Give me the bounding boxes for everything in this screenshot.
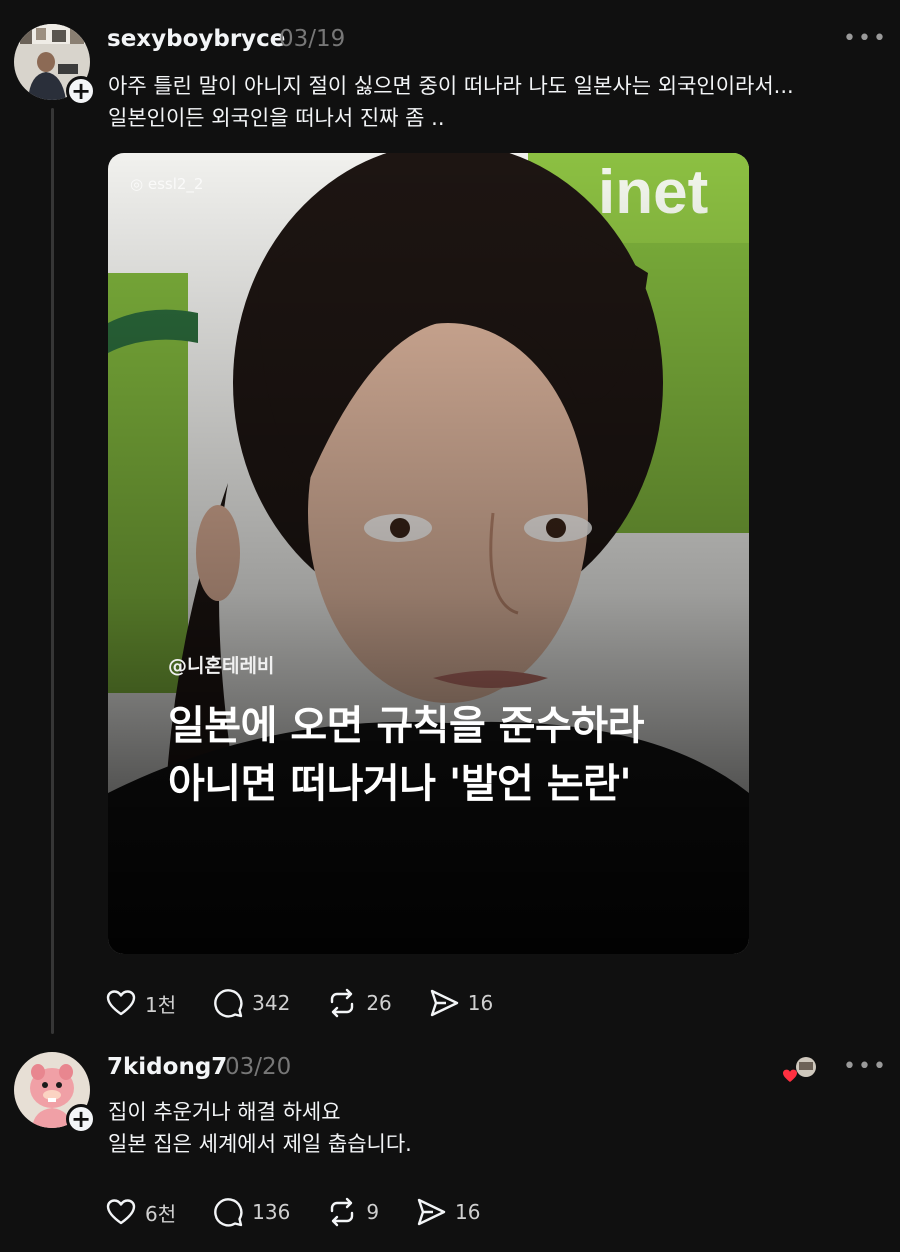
repost-button[interactable]: 9 [326, 1196, 379, 1228]
username[interactable]: sexyboybryce [107, 26, 285, 52]
like-count: 1천 [145, 992, 177, 1017]
comment-button[interactable]: 136 [212, 1196, 290, 1228]
heart-icon [106, 990, 136, 1016]
like-count: 6천 [145, 1201, 177, 1226]
username[interactable]: 7kidong7 [107, 1054, 227, 1080]
like-button[interactable]: 6천 [105, 1196, 176, 1228]
post-date: 03/19 [279, 26, 346, 52]
post-text: 집이 추운거나 해결 하세요 일본 집은 세계에서 제일 춥습니다. [108, 1096, 412, 1160]
post-text-line: 아주 틀린 말이 아니지 절이 싫으면 중이 떠나라 나도 일본사는 외국인이라… [108, 74, 794, 98]
watermark: ◎ essl2_2 [130, 175, 204, 193]
image-caption: 일본에 오면 규칙을 준수하라 아니면 떠나거나 '발언 논란' [168, 697, 644, 813]
watermark-text: essl2_2 [147, 175, 204, 193]
comment-bubble-icon [214, 989, 243, 1018]
like-button[interactable]: 1천 [105, 987, 176, 1019]
post-text-line: 일본 집은 세계에서 제일 춥습니다. [108, 1132, 412, 1156]
comment-count: 136 [252, 1200, 291, 1224]
action-bar: 1천 342 26 16 [105, 983, 529, 1023]
send-arrow-icon [417, 1198, 446, 1226]
repost-count: 9 [366, 1200, 380, 1224]
share-count: 16 [467, 991, 494, 1015]
comment-button[interactable]: 342 [212, 987, 290, 1019]
caption-line: 일본에 오면 규칙을 준수하라 [168, 703, 644, 749]
follow-plus-icon[interactable]: + [66, 1104, 96, 1134]
share-button[interactable]: 16 [428, 987, 493, 1019]
post-text: 아주 틀린 말이 아니지 절이 싫으면 중이 떠나라 나도 일본사는 외국인이라… [108, 70, 794, 134]
comment-count: 342 [252, 991, 291, 1015]
thread-line [51, 108, 54, 1034]
repost-arrows-icon [331, 1197, 354, 1227]
source-label: @니혼테레비 [168, 655, 275, 677]
repost-arrows-icon [331, 988, 354, 1018]
caption-line: 아니면 떠나거나 '발언 논란' [168, 761, 632, 807]
action-bar: 6천 136 9 16 [105, 1192, 517, 1232]
send-arrow-icon [430, 989, 458, 1017]
repost-count: 26 [366, 991, 392, 1015]
follow-plus-icon[interactable]: + [66, 76, 96, 106]
share-count: 16 [455, 1200, 481, 1224]
post-text-line: 집이 추운거나 해결 하세요 [108, 1100, 341, 1124]
more-dots-icon[interactable]: ••• [843, 26, 888, 51]
heart-icon [106, 1199, 136, 1225]
comment-bubble-icon [214, 1198, 243, 1227]
more-dots-icon[interactable]: ••• [843, 1054, 888, 1079]
repost-button[interactable]: 26 [326, 987, 392, 1019]
post-text-line: 일본인이든 외국인을 떠나서 진짜 좀 .. [108, 106, 445, 130]
reply-avatars[interactable] [780, 1056, 820, 1086]
post-date: 03/20 [225, 1054, 292, 1080]
post-image[interactable]: inet ◎ essl2_2 @니혼테레비 일본에 오면 규칙을 준수하라 아니… [108, 153, 749, 954]
share-button[interactable]: 16 [415, 1196, 481, 1228]
post: + 7kidong7 03/20 ••• 집이 추운거나 해결 하세요 일본 집… [0, 1040, 900, 1252]
post: + sexyboybryce 03/19 ••• 아주 틀린 말이 아니지 절이… [0, 0, 900, 1040]
